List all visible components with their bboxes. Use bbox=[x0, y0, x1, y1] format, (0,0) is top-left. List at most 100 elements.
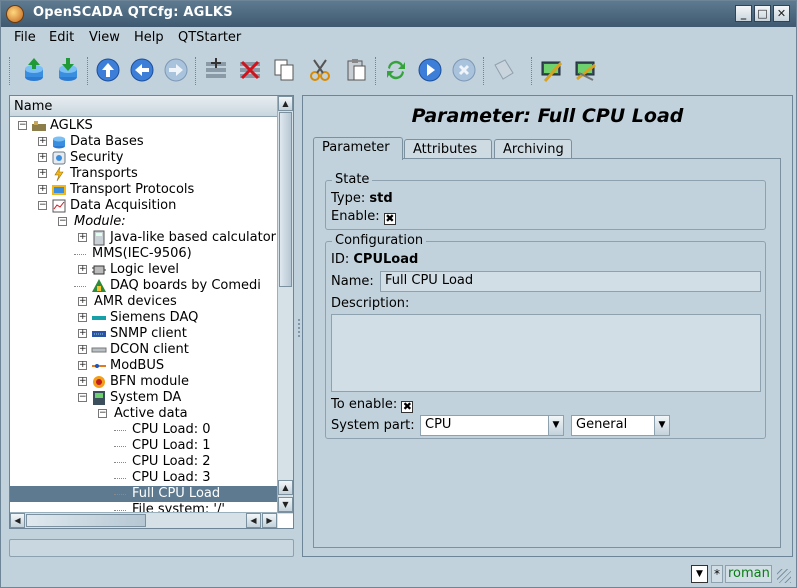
tree-item[interactable]: + Siemens DAQ bbox=[10, 310, 278, 326]
scroll-right-button[interactable]: ▶ bbox=[262, 513, 277, 528]
hscroll-thumb[interactable] bbox=[26, 514, 146, 527]
panel-splitter[interactable] bbox=[297, 95, 301, 557]
tree-item[interactable]: Full CPU Load bbox=[10, 486, 278, 502]
expand-icon[interactable]: + bbox=[38, 169, 47, 178]
tab-archiving[interactable]: Archiving bbox=[494, 139, 572, 160]
tree-item[interactable]: MMS(IEC-9506) bbox=[10, 246, 278, 262]
expand-icon[interactable]: + bbox=[78, 313, 87, 322]
snmp-icon bbox=[91, 326, 107, 342]
inner-scroll-down-button[interactable]: ▼ bbox=[278, 497, 293, 512]
expand-icon[interactable]: + bbox=[78, 345, 87, 354]
minimize-button[interactable]: _ bbox=[735, 5, 752, 22]
stop-icon[interactable] bbox=[449, 55, 479, 85]
settings-wrench-icon[interactable] bbox=[571, 55, 601, 85]
menu-qtstarter[interactable]: QTStarter bbox=[178, 30, 241, 45]
tree-horizontal-scrollbar[interactable]: ◀ ◀ ▶ bbox=[10, 512, 278, 528]
tree-item[interactable]: CPU Load: 3 bbox=[10, 470, 278, 486]
tree-item[interactable]: CPU Load: 0 bbox=[10, 422, 278, 438]
expand-icon[interactable]: + bbox=[78, 265, 87, 274]
chevron-down-icon[interactable]: ▼ bbox=[654, 416, 669, 435]
configuration-group: Configuration ID: CPULoad Name: Full CPU… bbox=[325, 233, 766, 439]
inner-scrollbar[interactable]: ▲ ▼ bbox=[278, 476, 294, 514]
description-textarea[interactable] bbox=[331, 314, 761, 392]
tab-attributes[interactable]: Attributes bbox=[404, 139, 492, 160]
tree-item[interactable]: − System DA bbox=[10, 390, 278, 406]
expand-icon[interactable]: + bbox=[78, 329, 87, 338]
tree-item[interactable]: + Data Bases bbox=[10, 134, 278, 150]
tree-item[interactable]: + ModBUS bbox=[10, 358, 278, 374]
menu-view[interactable]: View bbox=[89, 30, 120, 45]
tree-item[interactable]: + DCON client bbox=[10, 342, 278, 358]
tree-item[interactable]: DAQ boards by Comedi bbox=[10, 278, 278, 294]
system-part-sub-select[interactable]: General ▼ bbox=[571, 415, 670, 436]
tree-connector bbox=[114, 510, 126, 511]
tree-item[interactable]: − Data Acquisition bbox=[10, 198, 278, 214]
scroll-up-button[interactable]: ▲ bbox=[278, 96, 293, 111]
info-icon[interactable] bbox=[489, 55, 519, 85]
back-icon[interactable] bbox=[127, 55, 157, 85]
save-db-icon[interactable] bbox=[53, 55, 83, 85]
tree-item-label: CPU Load: 1 bbox=[132, 438, 211, 453]
tree-header-name[interactable]: Name bbox=[10, 96, 278, 117]
collapse-icon[interactable]: − bbox=[98, 409, 107, 418]
id-row: ID: CPULoad bbox=[331, 252, 418, 267]
copy-icon[interactable] bbox=[269, 55, 299, 85]
tree-item[interactable]: + Logic level bbox=[10, 262, 278, 278]
tree-item[interactable]: + SNMP client bbox=[10, 326, 278, 342]
expand-icon[interactable]: + bbox=[78, 233, 87, 242]
scroll-left-button[interactable]: ◀ bbox=[10, 513, 25, 528]
tab-parameter[interactable]: Parameter bbox=[313, 137, 403, 160]
menu-file[interactable]: File bbox=[14, 30, 36, 45]
resize-grip[interactable] bbox=[777, 569, 791, 583]
to-enable-checkbox[interactable]: ✖ bbox=[401, 401, 414, 413]
expand-icon[interactable]: + bbox=[38, 153, 47, 162]
tree-item[interactable]: + Transport Protocols bbox=[10, 182, 278, 198]
expand-icon[interactable]: + bbox=[78, 377, 87, 386]
tree-item[interactable]: CPU Load: 1 bbox=[10, 438, 278, 454]
tree-item[interactable]: + Security bbox=[10, 150, 278, 166]
enable-checkbox[interactable]: ✖ bbox=[383, 213, 396, 225]
tree-item[interactable]: − AGLKS bbox=[10, 118, 278, 134]
tree-item[interactable]: − Module: bbox=[10, 214, 278, 230]
cut-icon[interactable] bbox=[305, 55, 335, 85]
inner-scroll-up-button[interactable]: ▲ bbox=[278, 480, 293, 495]
system-part-select[interactable]: CPU ▼ bbox=[420, 415, 564, 436]
load-db-icon[interactable] bbox=[19, 55, 49, 85]
menu-edit[interactable]: Edit bbox=[49, 30, 74, 45]
settings-icon[interactable] bbox=[537, 55, 567, 85]
left-status-field[interactable] bbox=[9, 539, 294, 557]
close-button[interactable]: ✕ bbox=[773, 5, 790, 22]
chevron-down-icon[interactable]: ▼ bbox=[548, 416, 563, 435]
maximize-button[interactable]: □ bbox=[754, 5, 771, 22]
expand-icon[interactable]: + bbox=[38, 185, 47, 194]
scroll-thumb[interactable] bbox=[279, 112, 292, 287]
name-input[interactable]: Full CPU Load bbox=[380, 271, 761, 292]
tree-item[interactable]: + Transports bbox=[10, 166, 278, 182]
collapse-icon[interactable]: − bbox=[58, 217, 67, 226]
forward-icon[interactable] bbox=[161, 55, 191, 85]
add-item-icon[interactable] bbox=[201, 55, 231, 85]
tree-item[interactable]: CPU Load: 2 bbox=[10, 454, 278, 470]
tree-item[interactable]: + AMR devices bbox=[10, 294, 278, 310]
delete-item-icon[interactable] bbox=[235, 55, 265, 85]
collapse-icon[interactable]: − bbox=[78, 393, 87, 402]
up-icon[interactable] bbox=[93, 55, 123, 85]
collapse-icon[interactable]: − bbox=[18, 121, 27, 130]
tree-item[interactable]: + Java-like based calculator bbox=[10, 230, 278, 246]
status-dropdown[interactable]: ▼ bbox=[691, 565, 708, 583]
expand-icon[interactable]: + bbox=[78, 297, 87, 306]
user-indicator[interactable]: roman bbox=[725, 565, 772, 583]
menu-help[interactable]: Help bbox=[134, 30, 164, 45]
tree-vertical-scrollbar[interactable]: ▲ ▼ bbox=[277, 96, 293, 514]
expand-icon[interactable]: + bbox=[78, 361, 87, 370]
tree-item[interactable]: − Active data bbox=[10, 406, 278, 422]
tree-item[interactable]: + BFN module bbox=[10, 374, 278, 390]
start-icon[interactable] bbox=[415, 55, 445, 85]
collapse-icon[interactable]: − bbox=[38, 201, 47, 210]
title-bar[interactable]: OpenSCADA QTCfg: AGLKS _ □ ✕ bbox=[1, 1, 796, 27]
refresh-icon[interactable] bbox=[381, 55, 411, 85]
paste-icon[interactable] bbox=[341, 55, 371, 85]
modbus-icon bbox=[91, 358, 107, 374]
scroll-left-button-2[interactable]: ◀ bbox=[246, 513, 261, 528]
expand-icon[interactable]: + bbox=[38, 137, 47, 146]
